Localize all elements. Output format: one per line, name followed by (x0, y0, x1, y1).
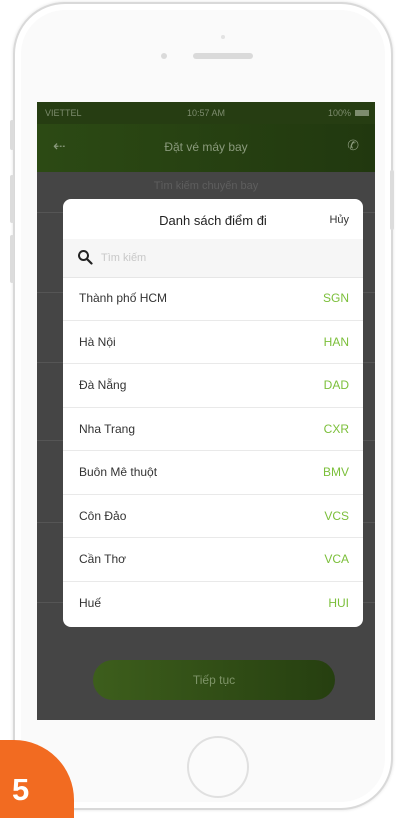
cancel-button[interactable]: Hủy (329, 214, 349, 226)
airport-code: VCS (324, 508, 349, 523)
earpiece-speaker (193, 53, 253, 59)
clock: 10:57 AM (187, 108, 226, 118)
modal-header: Danh sách điểm đi Hủy (63, 199, 363, 239)
app-header: ⇠ Đặt vé máy bay ✆ (37, 124, 375, 172)
list-item-dad[interactable]: Đà Nẵng DAD (63, 364, 363, 408)
airport-code: BMV (322, 465, 349, 479)
airport-code: HUI (328, 595, 349, 610)
city-name: Đà Nẵng (79, 378, 127, 392)
volume-down-button (10, 235, 14, 283)
volume-up-button (10, 175, 14, 223)
list-item-bmv[interactable]: Buôn Mê thuột BMV (63, 451, 363, 495)
list-item-han[interactable]: Hà Nội HAN (63, 321, 363, 364)
status-bar: VIETTEL 10:57 AM 100% (37, 102, 375, 124)
list-item-vcs[interactable]: Côn Đảo VCS (63, 495, 363, 538)
list-item-hui[interactable]: Huế HUI (63, 582, 363, 626)
city-name: Cần Thơ (79, 552, 127, 566)
airport-code: VCA (324, 552, 349, 566)
mute-switch (10, 120, 14, 150)
sensor-dot (221, 35, 225, 39)
battery-label: 100% (327, 108, 351, 118)
battery-icon (355, 110, 369, 116)
search-icon (78, 250, 93, 265)
phone-icon[interactable]: ✆ (347, 137, 359, 154)
modal-title: Danh sách điểm đi (159, 213, 267, 228)
front-camera (161, 53, 167, 59)
list-item-sgn[interactable]: Thành phố HCM SGN (63, 277, 363, 321)
airport-code: HAN (323, 334, 349, 349)
airport-code: CXR (323, 421, 349, 436)
city-name: Côn Đảo (79, 508, 127, 523)
departure-list-modal: Danh sách điểm đi Hủy Thành phố HCM SGN … (63, 199, 363, 627)
city-name: Hà Nội (79, 334, 116, 349)
city-name: Thành phố HCM (79, 291, 168, 305)
list-item-cxr[interactable]: Nha Trang CXR (63, 408, 363, 451)
continue-button[interactable]: Tiếp tục (93, 660, 335, 700)
airport-code: DAD (323, 378, 349, 392)
form-subtitle: Tìm kiếm chuyến bay (153, 180, 259, 192)
home-button[interactable] (187, 736, 249, 798)
header-title: Đặt vé máy bay (164, 140, 248, 154)
search-bar (63, 239, 363, 278)
city-name: Buôn Mê thuột (79, 465, 158, 479)
airport-code: SGN (322, 291, 349, 305)
search-input[interactable] (99, 248, 323, 268)
destination-list: Thành phố HCM SGN Hà Nội HAN Đà Nẵng DAD… (63, 277, 363, 625)
list-item-vca[interactable]: Cần Thơ VCA (63, 538, 363, 582)
carrier-label: VIETTEL (45, 108, 82, 118)
city-name: Huế (79, 595, 102, 610)
step-number: 5 (12, 772, 30, 807)
power-button (390, 170, 394, 230)
city-name: Nha Trang (79, 421, 136, 436)
